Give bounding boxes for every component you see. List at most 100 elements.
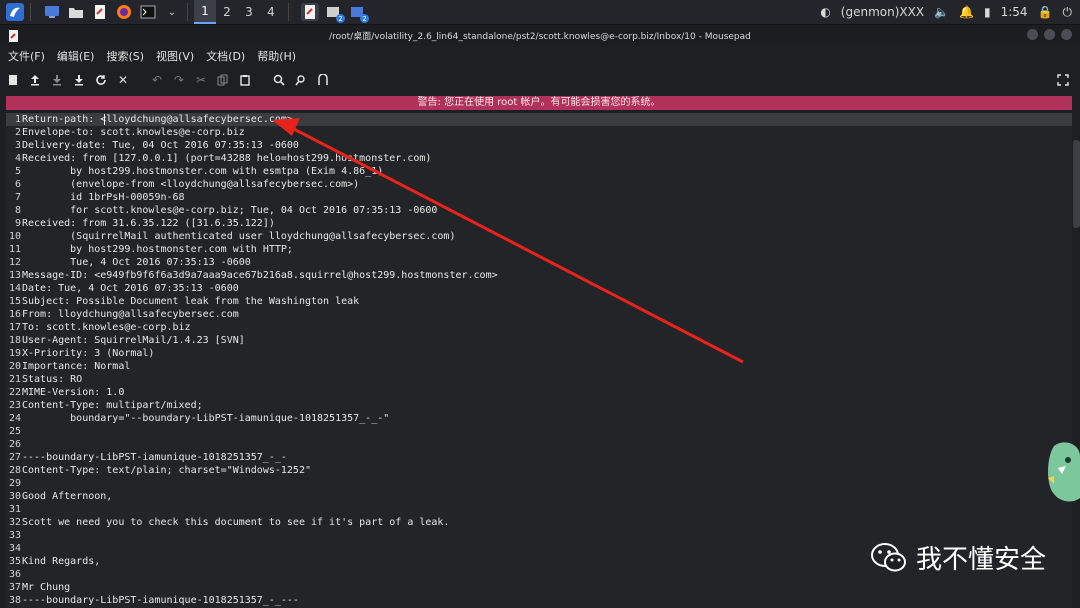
mousepad-window-icon[interactable] xyxy=(301,3,319,21)
notification-bell-icon[interactable]: 🔔 xyxy=(959,5,974,19)
battery-icon[interactable]: ▮ xyxy=(984,5,991,19)
wechat-watermark: 我不懂安全 xyxy=(870,539,1046,576)
menu-file[interactable]: 文件(F) xyxy=(8,48,45,64)
menu-document[interactable]: 文档(D) xyxy=(206,48,245,64)
window-titlebar[interactable]: /root/桌面/volatility_2.6_lin64_standalone… xyxy=(0,25,1080,45)
workspace-3[interactable]: 3 xyxy=(238,1,260,23)
app-menu-icon[interactable] xyxy=(6,3,24,21)
editor-line[interactable]: 19X-Priority: 3 (Normal) xyxy=(6,347,1072,360)
editor-line[interactable]: 7 id 1brPsH-00059n-68 xyxy=(6,191,1072,204)
editor-line[interactable]: 17To: scott.knowles@e-corp.biz xyxy=(6,321,1072,334)
line-number: 1 xyxy=(14,114,21,125)
menu-view[interactable]: 视图(V) xyxy=(156,48,194,64)
text-editor[interactable]: 1Return-path: <lloydchung@allsafecyberse… xyxy=(6,113,1072,608)
volume-icon[interactable]: 🔈 xyxy=(934,5,949,19)
window-group-icon[interactable]: 2 xyxy=(349,3,369,23)
fullscreen-icon[interactable] xyxy=(1054,71,1072,89)
cut-icon[interactable]: ✂ xyxy=(192,71,210,89)
close-button[interactable] xyxy=(1061,29,1072,40)
editor-line[interactable]: 23Content-Type: multipart/mixed; xyxy=(6,399,1072,412)
line-text: by host299.hostmonster.com with HTTP; xyxy=(22,244,293,255)
line-number: 9 xyxy=(14,218,21,229)
window-count-badge: 2 xyxy=(336,14,345,23)
workspace-4[interactable]: 4 xyxy=(260,1,282,23)
editor-line[interactable]: 37Mr Chung xyxy=(6,581,1072,594)
editor-line[interactable]: 28Content-Type: text/plain; charset="Win… xyxy=(6,464,1072,477)
menu-edit[interactable]: 编辑(E) xyxy=(57,48,95,64)
terminal-icon[interactable] xyxy=(139,3,157,21)
editor-line[interactable]: 4Received: from [127.0.0.1] (port=43288 … xyxy=(6,152,1072,165)
editor-line[interactable]: 38----boundary-LibPST-iamunique-10182513… xyxy=(6,594,1072,607)
text-cursor xyxy=(104,114,105,125)
firefox-icon[interactable] xyxy=(115,3,133,21)
line-number: 13 xyxy=(8,270,21,281)
editor-line[interactable]: 11 by host299.hostmonster.com with HTTP; xyxy=(6,243,1072,256)
line-number: 10 xyxy=(8,231,21,242)
line-number: 8 xyxy=(14,205,21,216)
line-text: User-Agent: SquirrelMail/1.4.23 [SVN] xyxy=(22,335,245,346)
copy-icon[interactable] xyxy=(214,71,232,89)
find-replace-icon[interactable] xyxy=(292,71,310,89)
search-icon[interactable] xyxy=(270,71,288,89)
power-icon[interactable]: ⏻ xyxy=(1063,5,1073,20)
editor-line[interactable]: 9Received: from 31.6.35.122 ([31.6.35.12… xyxy=(6,217,1072,230)
editor-line[interactable]: 6 (envelope-from <lloydchung@allsafecybe… xyxy=(6,178,1072,191)
paste-icon[interactable] xyxy=(236,71,254,89)
editor-line[interactable]: 27----boundary-LibPST-iamunique-10182513… xyxy=(6,451,1072,464)
editor-line[interactable]: 29 xyxy=(6,477,1072,490)
save-icon[interactable] xyxy=(48,71,66,89)
editor-line[interactable]: 31 xyxy=(6,503,1072,516)
editor-line[interactable]: 21Status: RO xyxy=(6,373,1072,386)
chevron-down-icon[interactable]: ⌄ xyxy=(163,3,181,21)
save-as-icon[interactable] xyxy=(70,71,88,89)
editor-line[interactable]: 2Envelope-to: scott.knowles@e-corp.biz xyxy=(6,126,1072,139)
open-icon[interactable] xyxy=(26,71,44,89)
wechat-icon xyxy=(870,542,906,571)
editor-line[interactable]: 13Message-ID: <e949fb9f6f6a3d9a7aaa9ace6… xyxy=(6,269,1072,282)
editor-line[interactable]: 30Good Afternoon, xyxy=(6,490,1072,503)
line-number: 32 xyxy=(8,517,21,528)
menu-help[interactable]: 帮助(H) xyxy=(257,48,296,64)
editor-line[interactable]: 24 boundary="--boundary-LibPST-iamunique… xyxy=(6,412,1072,425)
line-text: Content-Type: multipart/mixed; xyxy=(22,400,203,411)
editor-line[interactable]: 20Importance: Normal xyxy=(6,360,1072,373)
editor-line[interactable]: 14Date: Tue, 4 Oct 2016 07:35:13 -0600 xyxy=(6,282,1072,295)
editor-line[interactable]: 5 by host299.hostmonster.com with esmtpa… xyxy=(6,165,1072,178)
line-number: 35 xyxy=(8,556,21,567)
line-number: 25 xyxy=(8,426,21,437)
desktop-icon[interactable] xyxy=(43,3,61,21)
editor-line[interactable]: 10 (SquirrelMail authenticated user lloy… xyxy=(6,230,1072,243)
undo-icon[interactable]: ↶ xyxy=(148,71,166,89)
editor-line[interactable]: 15Subject: Possible Document leak from t… xyxy=(6,295,1072,308)
network-icon[interactable]: ◐ xyxy=(820,5,830,19)
document-icon[interactable] xyxy=(91,3,109,21)
editor-line[interactable]: 32Scott we need you to check this docume… xyxy=(6,516,1072,529)
redo-icon[interactable]: ↷ xyxy=(170,71,188,89)
new-document-icon[interactable] xyxy=(4,71,22,89)
window-group-icon[interactable]: 2 xyxy=(325,3,345,23)
maximize-button[interactable] xyxy=(1044,29,1055,40)
workspace-1[interactable]: 1 xyxy=(194,0,216,24)
vertical-scrollbar[interactable] xyxy=(1073,140,1080,228)
go-to-line-icon[interactable] xyxy=(314,71,332,89)
folder-icon[interactable] xyxy=(67,3,85,21)
editor-line[interactable]: 16From: lloydchung@allsafecybersec.com xyxy=(6,308,1072,321)
editor-line[interactable]: 25 xyxy=(6,425,1072,438)
clock[interactable]: 1:54 xyxy=(1001,5,1028,19)
editor-line[interactable]: 12 Tue, 4 Oct 2016 07:35:13 -0600 xyxy=(6,256,1072,269)
editor-line[interactable]: 22MIME-Version: 1.0 xyxy=(6,386,1072,399)
workspace-2[interactable]: 2 xyxy=(216,1,238,23)
line-text: From: lloydchung@allsafecybersec.com xyxy=(22,309,239,320)
editor-line[interactable]: 1Return-path: <lloydchung@allsafecyberse… xyxy=(6,113,1072,126)
minimize-button[interactable] xyxy=(1027,29,1038,40)
genmon-user[interactable]: (genmon)XXX xyxy=(841,5,924,19)
editor-line[interactable]: 8 for scott.knowles@e-corp.biz; Tue, 04 … xyxy=(6,204,1072,217)
line-number: 34 xyxy=(8,543,21,554)
reload-icon[interactable] xyxy=(92,71,110,89)
editor-line[interactable]: 3Delivery-date: Tue, 04 Oct 2016 07:35:1… xyxy=(6,139,1072,152)
lock-icon[interactable]: 🔒 xyxy=(1038,5,1053,19)
editor-line[interactable]: 18User-Agent: SquirrelMail/1.4.23 [SVN] xyxy=(6,334,1072,347)
close-document-icon[interactable]: ✕ xyxy=(114,71,132,89)
menu-search[interactable]: 搜索(S) xyxy=(106,48,144,64)
editor-line[interactable]: 26 xyxy=(6,438,1072,451)
